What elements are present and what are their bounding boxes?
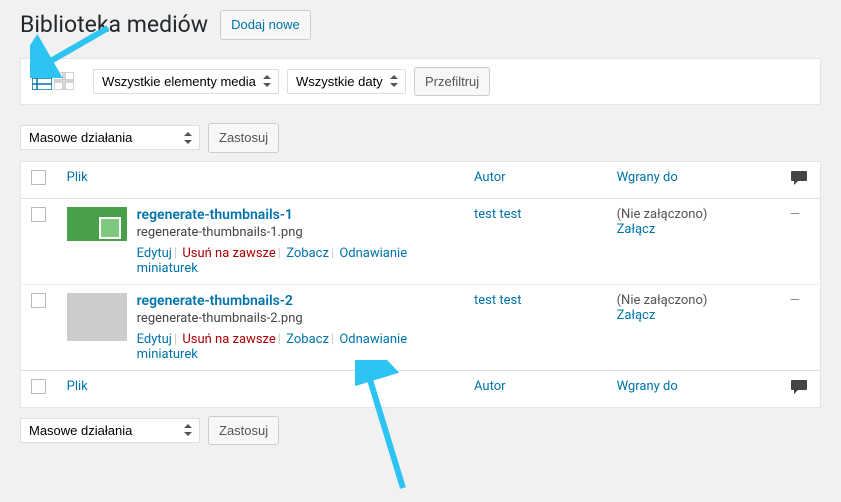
file-name-text: regenerate-thumbnails-1.png: [137, 225, 454, 240]
select-all-checkbox-top[interactable]: [31, 170, 46, 185]
media-table: Plik Autor Wgrany do regenerate-thumbnai…: [20, 161, 821, 408]
not-attached-text: (Nie załączono): [617, 293, 708, 308]
edit-link[interactable]: Edytuj: [137, 246, 172, 261]
comments-dash: —: [790, 207, 800, 222]
view-link[interactable]: Zobacz: [286, 246, 329, 261]
column-uploaded-footer[interactable]: Wgrany do: [617, 379, 678, 394]
delete-link[interactable]: Usuń na zawsze: [182, 332, 275, 347]
column-author-header[interactable]: Autor: [474, 170, 506, 185]
edit-link[interactable]: Edytuj: [137, 332, 172, 347]
attach-link[interactable]: Załącz: [617, 308, 656, 323]
attach-link[interactable]: Załącz: [617, 222, 656, 237]
delete-link[interactable]: Usuń na zawsze: [182, 246, 275, 261]
not-attached-text: (Nie załączono): [617, 207, 708, 222]
select-all-checkbox-bottom[interactable]: [31, 379, 46, 394]
row-checkbox[interactable]: [31, 207, 46, 222]
table-row: regenerate-thumbnails-1 regenerate-thumb…: [21, 198, 821, 284]
add-new-button[interactable]: Dodaj nowe: [220, 10, 311, 40]
file-title-link[interactable]: regenerate-thumbnails-1: [137, 207, 454, 223]
column-author-footer[interactable]: Autor: [474, 379, 506, 394]
page-title: Biblioteka mediów: [20, 11, 208, 38]
file-title-link[interactable]: regenerate-thumbnails-2: [137, 293, 454, 309]
thumbnail[interactable]: [67, 293, 127, 341]
comment-icon: [790, 379, 808, 399]
list-view-icon[interactable]: [31, 71, 53, 91]
comments-dash: —: [790, 293, 800, 308]
column-uploaded-header[interactable]: Wgrany do: [617, 170, 678, 185]
apply-button-bottom[interactable]: Zastosuj: [208, 416, 279, 446]
author-link[interactable]: test test: [474, 293, 521, 308]
table-row: regenerate-thumbnails-2 regenerate-thumb…: [21, 284, 821, 370]
date-select[interactable]: Wszystkie daty: [287, 69, 406, 94]
apply-button-top[interactable]: Zastosuj: [208, 123, 279, 153]
thumbnail[interactable]: [67, 207, 127, 255]
row-checkbox[interactable]: [31, 293, 46, 308]
file-name-text: regenerate-thumbnails-2.png: [137, 311, 454, 326]
column-file-header[interactable]: Plik: [67, 170, 88, 185]
comment-icon: [790, 170, 808, 190]
grid-view-icon[interactable]: [53, 71, 75, 91]
view-link[interactable]: Zobacz: [286, 332, 329, 347]
bulk-actions-select-bottom[interactable]: Masowe działania: [20, 418, 200, 443]
filter-button[interactable]: Przefiltruj: [414, 67, 490, 97]
author-link[interactable]: test test: [474, 207, 521, 222]
column-file-footer[interactable]: Plik: [67, 379, 88, 394]
media-type-select[interactable]: Wszystkie elementy media: [93, 69, 279, 94]
bulk-actions-select-top[interactable]: Masowe działania: [20, 125, 200, 150]
